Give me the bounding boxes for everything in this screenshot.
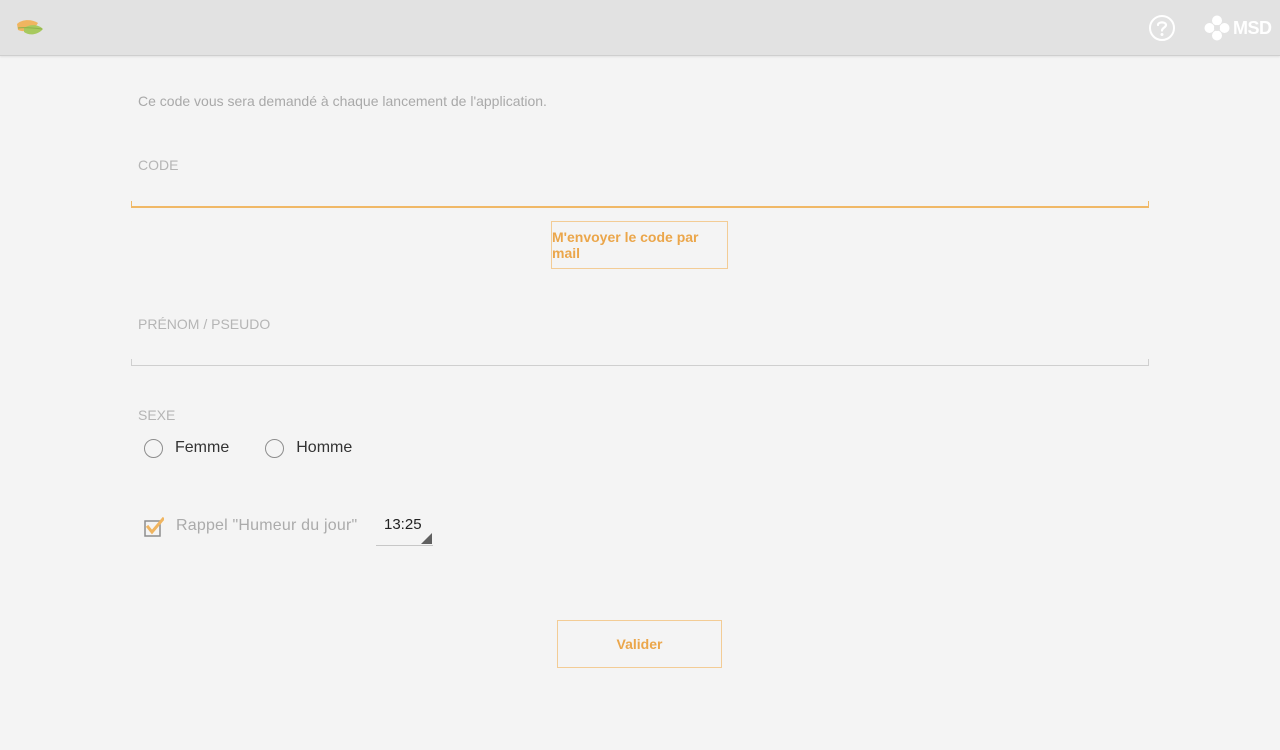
validate-button[interactable]: Valider (557, 620, 722, 668)
checkmark-icon (144, 516, 166, 537)
radio-label: Femme (175, 439, 230, 456)
brand-name: MSD (1233, 17, 1272, 38)
radio-femme[interactable]: Femme (144, 438, 230, 458)
name-input-underline (131, 359, 1149, 366)
sex-radio-group: Femme Homme (144, 437, 352, 459)
radio-label: Homme (296, 439, 353, 456)
send-code-button[interactable]: M'envoyer le code par mail (551, 221, 728, 269)
reminder-time-value: 13:25 (384, 516, 422, 533)
code-input[interactable] (132, 176, 1149, 202)
name-input[interactable] (132, 334, 1149, 360)
reminder-time-picker[interactable]: 13:25 (376, 512, 433, 546)
radio-circle-icon[interactable] (265, 438, 285, 458)
question-circle-icon[interactable] (1148, 14, 1176, 42)
code-input-underline (131, 201, 1149, 208)
intro-text: Ce code vous sera demandé à chaque lance… (138, 93, 547, 109)
radio-homme[interactable]: Homme (265, 438, 353, 458)
code-label: CODE (138, 157, 179, 173)
leaf-logo-icon (14, 16, 44, 40)
dropdown-corner-icon (421, 533, 432, 544)
sex-label: SEXE (138, 407, 176, 423)
reminder-label: Rappel "Humeur du jour" (176, 517, 358, 534)
msd-emblem-icon (1204, 15, 1230, 41)
radio-circle-icon[interactable] (144, 438, 163, 458)
msd-logo: MSD (1204, 15, 1274, 41)
reminder-row: Rappel "Humeur du jour" (144, 514, 357, 538)
reminder-checkbox[interactable] (144, 516, 166, 537)
top-bar: MSD (0, 0, 1280, 56)
name-label: PRÉNOM / PSEUDO (138, 316, 271, 332)
